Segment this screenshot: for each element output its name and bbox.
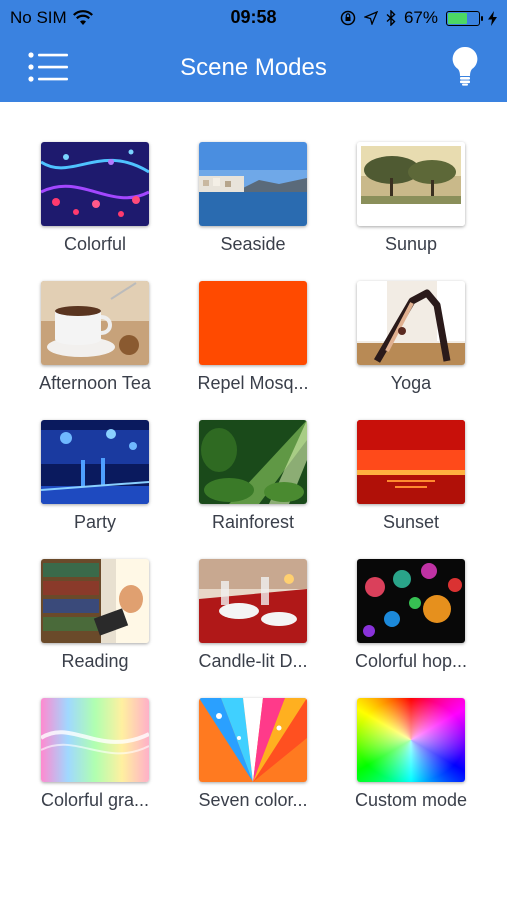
yoga-pose-image: [357, 281, 465, 365]
scene-label: Yoga: [390, 373, 432, 393]
scene-label: Afternoon Tea: [39, 373, 151, 393]
scene-grid: Colorful Seaside Sunup Afternoon Tea Rep…: [0, 102, 507, 811]
scene-tile-colorful[interactable]: Colorful: [16, 142, 174, 255]
scene-tile-seaside[interactable]: Seaside: [174, 142, 332, 255]
scene-tile-sunup[interactable]: Sunup: [332, 142, 490, 255]
scene-tile-candle-lit-dinner[interactable]: Candle-lit D...: [174, 559, 332, 672]
seven-color-rays-image: [199, 698, 307, 782]
orientation-lock-icon: [340, 10, 356, 26]
scene-label: Colorful hop...: [354, 651, 468, 671]
scene-tile-rainforest[interactable]: Rainforest: [174, 420, 332, 533]
scene-tile-sunset[interactable]: Sunset: [332, 420, 490, 533]
scene-tile-colorful-hop[interactable]: Colorful hop...: [332, 559, 490, 672]
battery-percent: 67%: [403, 8, 438, 27]
charging-bolt-icon: [488, 10, 497, 26]
location-arrow-icon: [363, 11, 378, 25]
battery-icon: [446, 10, 483, 26]
nav-bar: Scene Modes: [0, 34, 507, 102]
library-reading-image: [41, 559, 149, 643]
scene-tile-yoga[interactable]: Yoga: [332, 281, 490, 394]
scene-label: Colorful: [63, 234, 127, 254]
scene-label: Rainforest: [211, 512, 295, 532]
colorful-lights-image: [41, 142, 149, 226]
candle-dinner-image: [199, 559, 307, 643]
scene-tile-colorful-gradient[interactable]: Colorful gra...: [16, 698, 174, 811]
bokeh-lights-image: [357, 559, 465, 643]
red-sunset-image: [357, 420, 465, 504]
scene-label: Candle-lit D...: [198, 651, 308, 671]
status-right: 67%: [340, 8, 497, 28]
scene-tile-repel-mosquito[interactable]: Repel Mosq...: [174, 281, 332, 394]
scene-tile-party[interactable]: Party: [16, 420, 174, 533]
page-title: Scene Modes: [180, 54, 327, 81]
rainforest-image: [199, 420, 307, 504]
lightbulb-icon: [452, 46, 478, 86]
scene-tile-custom-mode[interactable]: Custom mode: [332, 698, 490, 811]
scene-label: Sunset: [382, 512, 440, 532]
scene-tile-afternoon-tea[interactable]: Afternoon Tea: [16, 281, 174, 394]
blue-party-image: [41, 420, 149, 504]
scene-tile-reading[interactable]: Reading: [16, 559, 174, 672]
battery-fill: [448, 12, 468, 24]
pastel-gradient-image: [41, 698, 149, 782]
scene-tile-seven-color[interactable]: Seven color...: [174, 698, 332, 811]
scene-label: Seaside: [220, 234, 286, 254]
scene-label: Seven color...: [198, 790, 308, 810]
scene-label: Repel Mosq...: [197, 373, 309, 393]
status-bar: No SIM 09:58 67%: [0, 0, 507, 34]
seaside-town-image: [199, 142, 307, 226]
scene-label: Colorful gra...: [40, 790, 150, 810]
scene-label: Reading: [61, 651, 129, 671]
scene-label: Sunup: [384, 234, 438, 254]
scene-label: Custom mode: [354, 790, 468, 810]
orange-solid-image: [199, 281, 307, 365]
color-wheel-image: [357, 698, 465, 782]
bluetooth-icon: [386, 10, 396, 26]
scene-label: Party: [73, 512, 116, 532]
tea-cup-image: [41, 281, 149, 365]
sunrise-trees-image: [357, 142, 465, 226]
lightbulb-button[interactable]: [451, 46, 479, 86]
